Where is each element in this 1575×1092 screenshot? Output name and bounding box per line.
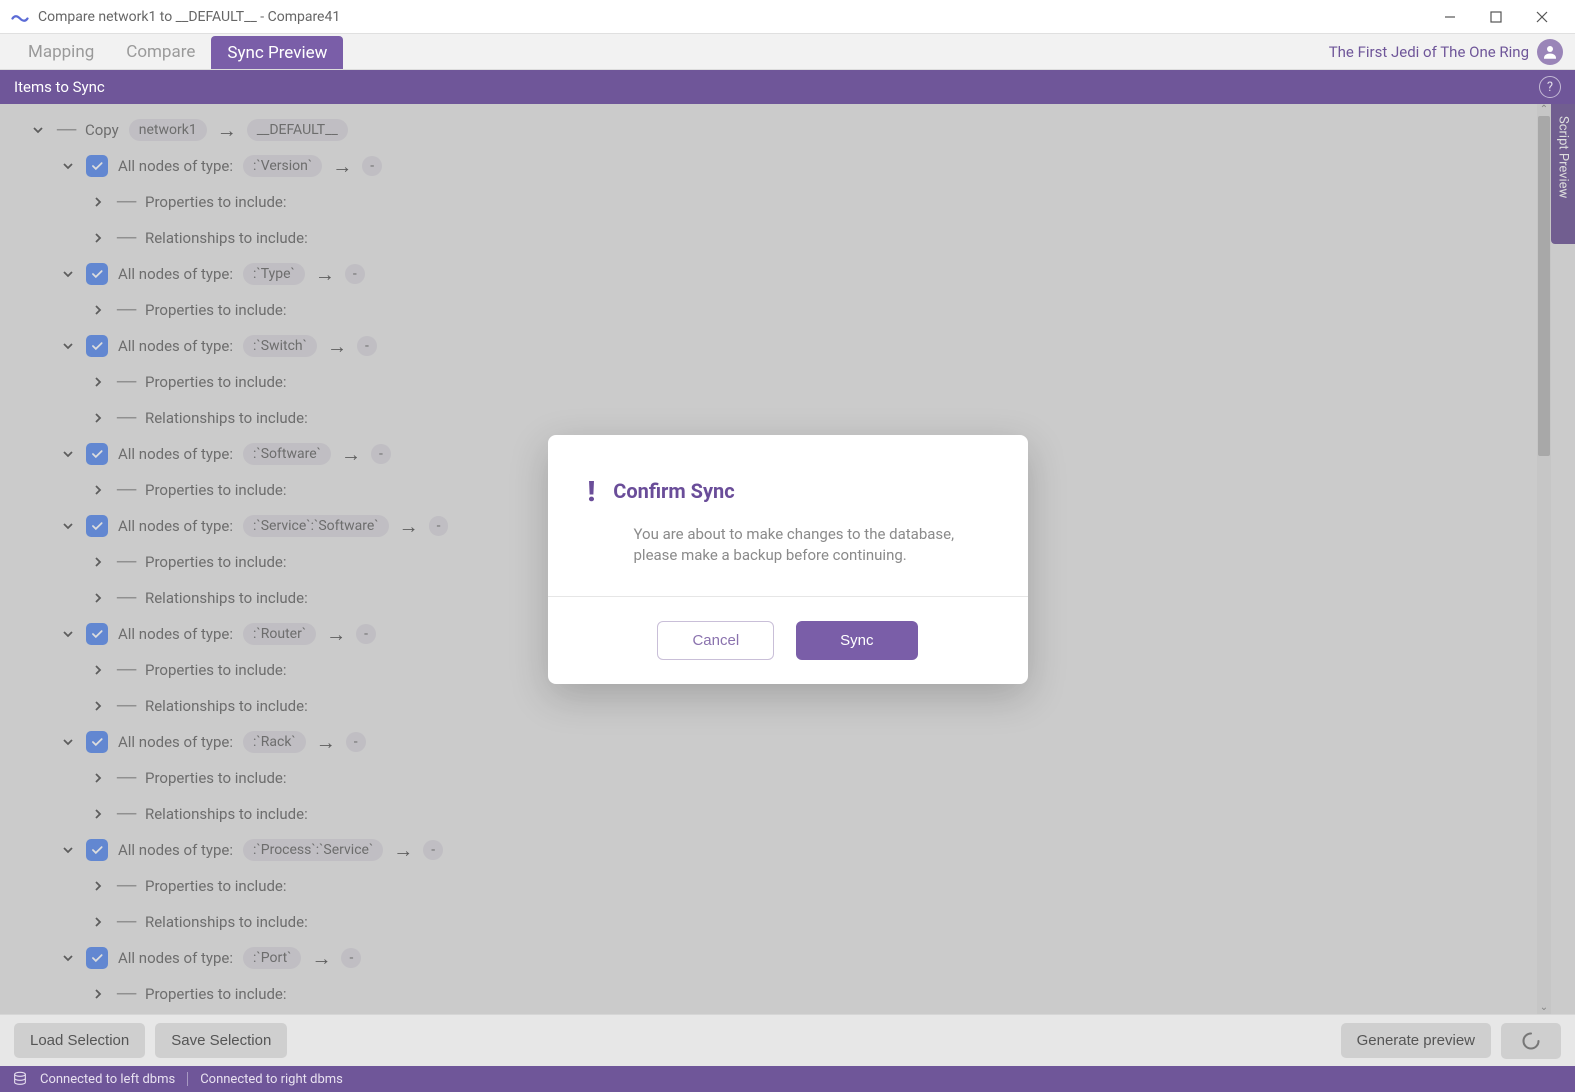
sync-button[interactable]: Sync — [796, 621, 917, 660]
help-icon[interactable]: ? — [1539, 76, 1561, 98]
section-header: Items to Sync ? — [0, 70, 1575, 104]
nav-tabs: Mapping Compare Sync Preview The First J… — [0, 34, 1575, 70]
database-icon — [12, 1071, 28, 1087]
tab-mapping[interactable]: Mapping — [12, 34, 110, 69]
user-name: The First Jedi of The One Ring — [1329, 43, 1529, 61]
spinner — [1501, 1023, 1561, 1059]
generate-preview-button[interactable]: Generate preview — [1341, 1023, 1491, 1058]
status-left: Connected to left dbms — [40, 1072, 175, 1087]
titlebar: Compare network1 to __DEFAULT__ - Compar… — [0, 0, 1575, 34]
section-title: Items to Sync — [14, 78, 105, 96]
load-selection-button[interactable]: Load Selection — [14, 1023, 145, 1058]
action-bar: Load Selection Save Selection Generate p… — [0, 1014, 1575, 1066]
confirm-sync-modal: ! Confirm Sync You are about to make cha… — [548, 435, 1028, 684]
modal-overlay: ! Confirm Sync You are about to make cha… — [0, 104, 1575, 1014]
cancel-button[interactable]: Cancel — [657, 621, 774, 660]
close-button[interactable] — [1519, 0, 1565, 34]
status-right: Connected to right dbms — [200, 1072, 343, 1087]
user-area[interactable]: The First Jedi of The One Ring — [1317, 34, 1575, 69]
modal-text: You are about to make changes to the dat… — [588, 524, 988, 566]
modal-title: Confirm Sync — [613, 479, 734, 503]
save-selection-button[interactable]: Save Selection — [155, 1023, 287, 1058]
exclamation-icon: ! — [588, 475, 596, 508]
window-title: Compare network1 to __DEFAULT__ - Compar… — [38, 9, 340, 25]
status-bar: Connected to left dbms Connected to righ… — [0, 1066, 1575, 1092]
maximize-button[interactable] — [1473, 0, 1519, 34]
tab-compare[interactable]: Compare — [110, 34, 211, 69]
avatar-icon — [1537, 39, 1563, 65]
app-icon — [10, 7, 30, 27]
tab-sync-preview[interactable]: Sync Preview — [211, 36, 343, 69]
minimize-button[interactable] — [1427, 0, 1473, 34]
